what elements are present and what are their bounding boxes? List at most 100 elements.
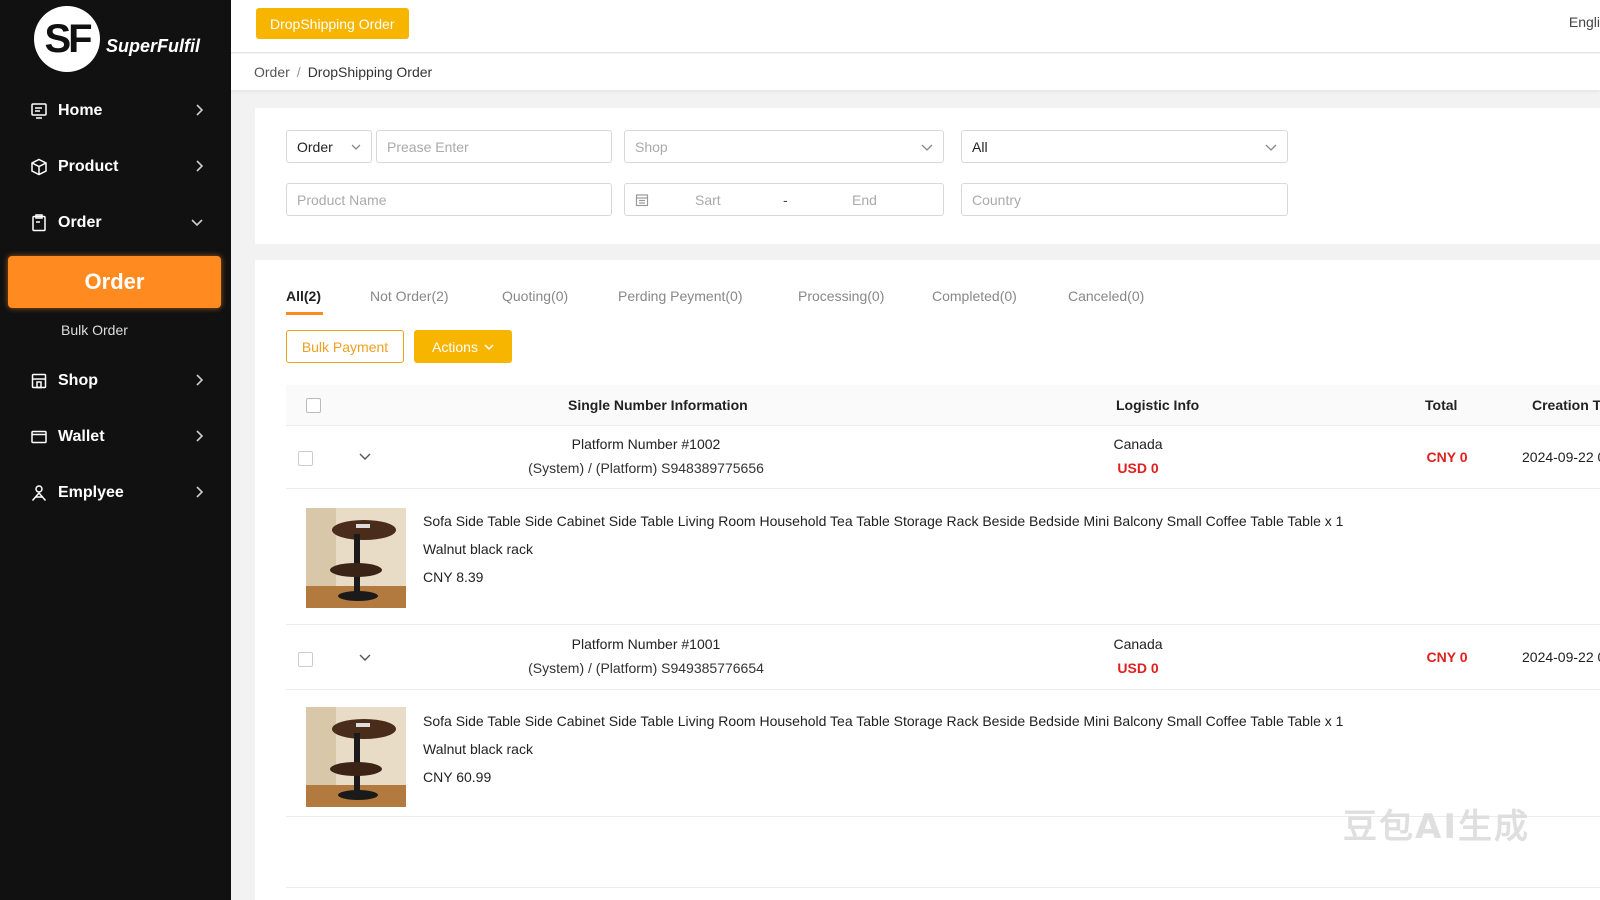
language-switcher[interactable]: Engli <box>1569 14 1600 30</box>
breadcrumb: Order / DropShipping Order <box>254 64 432 80</box>
platform-number: Platform Number #1001 <box>571 636 721 652</box>
tab-not-order[interactable]: Not Order(2) <box>370 288 449 304</box>
tab-completed[interactable]: Completed(0) <box>932 288 1017 304</box>
chevron-down-icon <box>351 140 361 157</box>
table-header: Single Number Information Logistic Info … <box>286 385 1600 426</box>
sidebar-subitem-order[interactable]: Order <box>8 256 221 308</box>
system-number: (System) / (Platform) S948389775656 <box>528 460 764 476</box>
country-placeholder: Country <box>972 191 1022 208</box>
chevron-right-icon <box>194 484 204 505</box>
logistic-price: USD 0 <box>1117 460 1159 476</box>
product-name-placeholder: Product Name <box>297 191 387 208</box>
country-input[interactable]: Country <box>961 183 1288 216</box>
tab-dropshipping-order[interactable]: DropShipping Order <box>256 8 409 39</box>
sidebar-subitem-bulk-order[interactable]: Bulk Order <box>61 322 128 338</box>
actions-dropdown-button[interactable]: Actions <box>414 330 512 363</box>
chevron-down-icon <box>1265 140 1277 157</box>
sidebar-item-home[interactable]: Home <box>28 96 204 126</box>
active-tab-indicator <box>286 312 323 315</box>
logo-text: SuperFulfil <box>106 35 200 56</box>
tab-canceled[interactable]: Canceled(0) <box>1068 288 1144 304</box>
order-total: CNY 0 <box>1426 449 1468 465</box>
sidebar-item-label: Wallet <box>58 428 105 445</box>
status-select[interactable]: All <box>961 130 1288 163</box>
chevron-right-icon <box>194 428 204 449</box>
column-total: Total <box>1425 397 1458 413</box>
product-variant: Walnut black rack <box>423 741 533 757</box>
expand-chevron-icon[interactable] <box>358 650 372 669</box>
product-image[interactable] <box>306 508 406 608</box>
chevron-down-icon <box>484 342 494 352</box>
status-value: All <box>972 138 988 155</box>
sidebar-item-product[interactable]: Product <box>28 152 204 182</box>
shop-placeholder: Shop <box>635 138 668 155</box>
order-type-value: Order <box>297 138 333 155</box>
chevron-right-icon <box>194 158 204 179</box>
watermark-text: 豆包AI生成 <box>1343 807 1530 847</box>
logo[interactable]: SF SuperFulfil <box>34 6 200 72</box>
product-row: Sofa Side Table Side Cabinet Side Table … <box>286 490 1600 625</box>
sidebar-item-wallet[interactable]: Wallet <box>28 422 204 452</box>
sidebar-item-shop[interactable]: Shop <box>28 366 204 396</box>
product-price: CNY 60.99 <box>423 769 492 785</box>
row-checkbox[interactable] <box>298 652 313 667</box>
sidebar: SF SuperFulfil Home Product Order Order … <box>0 0 231 900</box>
order-number-input[interactable]: Prease Enter <box>376 130 612 163</box>
creation-time: 2024-09-22 0 <box>1522 649 1600 665</box>
tab-pending-payment[interactable]: Perding Peyment(0) <box>618 288 743 304</box>
select-all-checkbox[interactable] <box>306 398 321 413</box>
clipboard-icon <box>28 212 50 234</box>
column-single-number: Single Number Information <box>568 397 748 413</box>
product-image[interactable] <box>306 707 406 807</box>
creation-time: 2024-09-22 0 <box>1522 449 1600 465</box>
row-checkbox[interactable] <box>298 451 313 466</box>
sidebar-item-employee[interactable]: Emplyee <box>28 478 204 508</box>
logistic-country: Canada <box>1113 636 1163 652</box>
date-separator: - <box>783 191 788 208</box>
chevron-down-icon <box>921 140 933 157</box>
chevron-right-icon <box>194 372 204 393</box>
order-type-select[interactable]: Order <box>286 130 372 163</box>
table-row: Platform Number #1002 (System) / (Platfo… <box>286 427 1600 489</box>
wallet-icon <box>28 426 50 448</box>
breadcrumb-current: DropShipping Order <box>307 64 433 80</box>
system-number: (System) / (Platform) S949385776654 <box>528 660 764 676</box>
logistic-country: Canada <box>1113 436 1163 452</box>
sidebar-item-order[interactable]: Order <box>28 208 204 238</box>
tab-processing[interactable]: Processing(0) <box>798 288 884 304</box>
product-variant: Walnut black rack <box>423 541 533 557</box>
person-icon <box>28 482 50 504</box>
box-icon <box>28 156 50 178</box>
date-range-picker[interactable]: Sart - End <box>624 183 944 216</box>
product-price: CNY 8.39 <box>423 569 484 585</box>
sidebar-item-label: Home <box>58 102 103 119</box>
chevron-down-icon <box>190 214 204 235</box>
sidebar-item-label: Emplyee <box>58 484 124 501</box>
table-row: Platform Number #1001 (System) / (Platfo… <box>286 626 1600 690</box>
product-title: Sofa Side Table Side Cabinet Side Table … <box>423 513 1344 529</box>
bulk-payment-button[interactable]: Bulk Payment <box>286 330 404 363</box>
filter-panel: Order Prease Enter Shop All Product Name… <box>255 108 1600 244</box>
date-end: End <box>852 191 877 208</box>
expand-chevron-icon[interactable] <box>358 449 372 468</box>
calendar-icon <box>635 193 649 207</box>
top-bar: DropShipping Order Engli <box>231 0 1600 53</box>
chevron-right-icon <box>194 102 204 123</box>
breadcrumb-bar: Order / DropShipping Order <box>231 54 1600 90</box>
divider <box>286 887 1600 888</box>
column-logistic: Logistic Info <box>1116 397 1200 413</box>
sidebar-item-label: Order <box>58 214 102 231</box>
product-title: Sofa Side Table Side Cabinet Side Table … <box>423 713 1344 729</box>
tab-quoting[interactable]: Quoting(0) <box>502 288 568 304</box>
tab-all[interactable]: All(2) <box>286 288 321 304</box>
breadcrumb-separator: / <box>296 64 301 80</box>
product-name-input[interactable]: Product Name <box>286 183 612 216</box>
column-creation-time: Creation T <box>1532 397 1600 413</box>
breadcrumb-root[interactable]: Order <box>254 64 290 80</box>
date-start: Sart <box>695 191 721 208</box>
store-icon <box>28 370 50 392</box>
actions-label: Actions <box>432 338 478 355</box>
shop-select[interactable]: Shop <box>624 130 944 163</box>
sidebar-item-label: Product <box>58 158 119 175</box>
sidebar-item-label: Shop <box>58 372 98 389</box>
